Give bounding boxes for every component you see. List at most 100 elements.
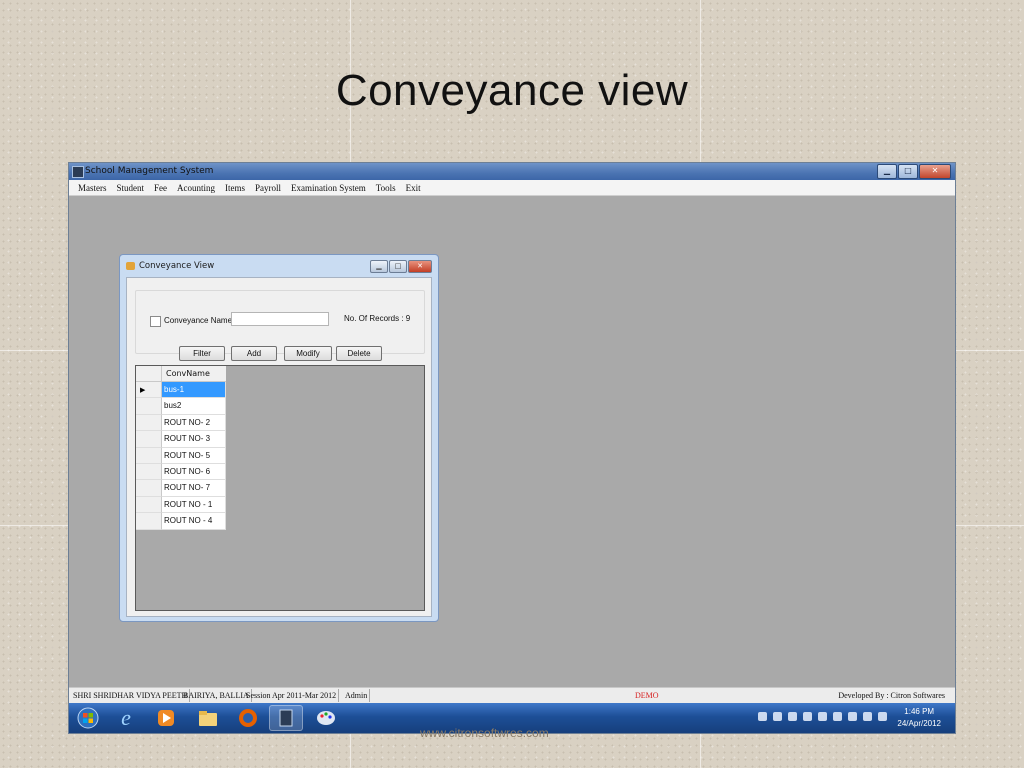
- row-header[interactable]: [136, 414, 162, 432]
- conveyance-form-body: Conveyance Name No. Of Records : 9 Filte…: [126, 277, 432, 617]
- filter-group: Conveyance Name No. Of Records : 9 Filte…: [135, 290, 425, 361]
- grid-corner: [136, 366, 162, 382]
- convname-cell[interactable]: ROUT NO- 6: [162, 463, 226, 481]
- delete-button[interactable]: Delete: [336, 346, 382, 361]
- bluetooth-icon[interactable]: [788, 712, 797, 721]
- form-window-controls: ▁ □ ✕: [370, 260, 432, 273]
- conveyance-name-label: Conveyance Name: [164, 316, 233, 325]
- window-controls: ▁ □ ✕: [877, 164, 951, 179]
- status-location: BAIRIYA, BALLIA: [181, 689, 252, 702]
- row-header[interactable]: [136, 463, 162, 481]
- media-player-icon: [158, 710, 174, 726]
- conveyance-view-titlebar[interactable]: Conveyance View ▁ □ ✕: [120, 255, 438, 277]
- grid-header: ConvName: [136, 366, 226, 382]
- menu-tools[interactable]: Tools: [371, 183, 401, 193]
- slide-title: Conveyance view: [335, 66, 689, 115]
- menu-masters[interactable]: Masters: [73, 183, 112, 193]
- menu-fee[interactable]: Fee: [149, 183, 172, 193]
- table-row[interactable]: ROUT NO- 7: [136, 480, 226, 497]
- table-row[interactable]: ROUT NO- 3: [136, 431, 226, 448]
- status-dot-icon[interactable]: [818, 712, 827, 721]
- taskbar-file-explorer[interactable]: [191, 705, 225, 731]
- form-close-button[interactable]: ✕: [408, 260, 432, 273]
- flag-icon[interactable]: [848, 712, 857, 721]
- menu-student[interactable]: Student: [112, 183, 150, 193]
- status-user: Admin: [343, 689, 371, 702]
- app-titlebar[interactable]: School Management System ▁ □ ✕: [69, 163, 955, 180]
- conveyance-name-checkbox[interactable]: [150, 316, 161, 327]
- table-row[interactable]: ROUT NO- 5: [136, 447, 226, 464]
- conveyance-grid[interactable]: ConvName ▶ bus-1 bus2 ROUT NO- 2 ROUT NO…: [135, 365, 425, 611]
- add-button[interactable]: Add: [231, 346, 277, 361]
- convname-cell[interactable]: ROUT NO- 2: [162, 414, 226, 432]
- taskbar-paint[interactable]: [309, 705, 343, 731]
- menu-exit[interactable]: Exit: [401, 183, 426, 193]
- table-row[interactable]: bus2: [136, 398, 226, 415]
- maximize-button[interactable]: □: [898, 164, 918, 179]
- status-session: Session Apr 2011-Mar 2012: [244, 689, 340, 702]
- menu-items[interactable]: Items: [220, 183, 250, 193]
- row-header[interactable]: [136, 431, 162, 448]
- modify-button[interactable]: Modify: [284, 346, 332, 361]
- table-row[interactable]: ROUT NO- 2: [136, 414, 226, 432]
- row-header[interactable]: [136, 447, 162, 464]
- menu-examination-system[interactable]: Examination System: [286, 183, 371, 193]
- convname-cell[interactable]: ROUT NO- 3: [162, 431, 226, 448]
- battery-icon[interactable]: [833, 712, 842, 721]
- conveyance-view-window: Conveyance View ▁ □ ✕ Conveyance Name No…: [119, 254, 439, 622]
- taskbar-clock[interactable]: 1:46 PM 24/Apr/2012: [897, 706, 941, 730]
- update-icon[interactable]: [803, 712, 812, 721]
- volume-icon[interactable]: [863, 712, 872, 721]
- start-orb-icon: [77, 707, 99, 729]
- form-maximize-button[interactable]: □: [389, 260, 407, 273]
- security-icon[interactable]: [773, 712, 782, 721]
- close-icon: ✕: [931, 166, 939, 175]
- row-header[interactable]: ▶: [136, 382, 162, 399]
- row-header[interactable]: [136, 398, 162, 415]
- filter-button[interactable]: Filter: [179, 346, 225, 361]
- convname-cell[interactable]: ROUT NO- 5: [162, 447, 226, 464]
- start-button[interactable]: [71, 705, 105, 731]
- form-minimize-button[interactable]: ▁: [370, 260, 388, 273]
- row-header[interactable]: [136, 480, 162, 497]
- close-icon: ✕: [417, 262, 423, 270]
- table-row[interactable]: ROUT NO- 6: [136, 463, 226, 481]
- file-explorer-icon: [199, 711, 217, 726]
- convname-cell[interactable]: bus2: [162, 398, 226, 415]
- status-bar: SHRI SHRIDHAR VIDYA PEETH BAIRIYA, BALLI…: [69, 687, 955, 704]
- conveyance-view-title: Conveyance View: [139, 261, 215, 271]
- row-header[interactable]: [136, 513, 162, 530]
- taskbar-internet-explorer[interactable]: e: [109, 705, 143, 731]
- conveyance-name-input[interactable]: [231, 312, 329, 326]
- app-title: School Management System: [85, 166, 214, 176]
- taskbar-firefox[interactable]: [231, 705, 265, 731]
- maximize-icon: □: [904, 166, 912, 175]
- taskbar-school-app[interactable]: [269, 705, 303, 731]
- status-mode: DEMO: [635, 691, 659, 700]
- table-row[interactable]: ROUT NO - 4: [136, 513, 226, 530]
- minimize-button[interactable]: ▁: [877, 164, 897, 179]
- close-button[interactable]: ✕: [919, 164, 951, 179]
- record-count: No. Of Records : 9: [344, 314, 411, 323]
- current-row-arrow-icon: ▶: [140, 386, 146, 394]
- row-header[interactable]: [136, 496, 162, 514]
- convname-cell[interactable]: bus-1: [162, 382, 226, 399]
- maximize-icon: □: [394, 262, 402, 270]
- taskbar-media-player[interactable]: [149, 705, 183, 731]
- form-icon: [126, 262, 135, 270]
- menu-acounting[interactable]: Acounting: [172, 183, 220, 193]
- status-school: SHRI SHRIDHAR VIDYA PEETH: [71, 689, 191, 702]
- minimize-icon: ▁: [376, 262, 382, 270]
- display-icon[interactable]: [878, 712, 887, 721]
- convname-cell[interactable]: ROUT NO- 7: [162, 480, 226, 497]
- network-icon[interactable]: [758, 712, 767, 721]
- menu-payroll[interactable]: Payroll: [250, 183, 286, 193]
- convname-cell[interactable]: ROUT NO - 1: [162, 496, 226, 514]
- convname-cell[interactable]: ROUT NO - 4: [162, 513, 226, 530]
- system-tray: [758, 712, 887, 721]
- grid-rows: ▶ bus-1 bus2 ROUT NO- 2 ROUT NO- 3 ROUT …: [136, 382, 226, 530]
- table-row[interactable]: ROUT NO - 1: [136, 496, 226, 514]
- column-header-convname[interactable]: ConvName: [162, 366, 226, 382]
- paint-icon: [317, 711, 335, 725]
- table-row[interactable]: ▶ bus-1: [136, 382, 226, 399]
